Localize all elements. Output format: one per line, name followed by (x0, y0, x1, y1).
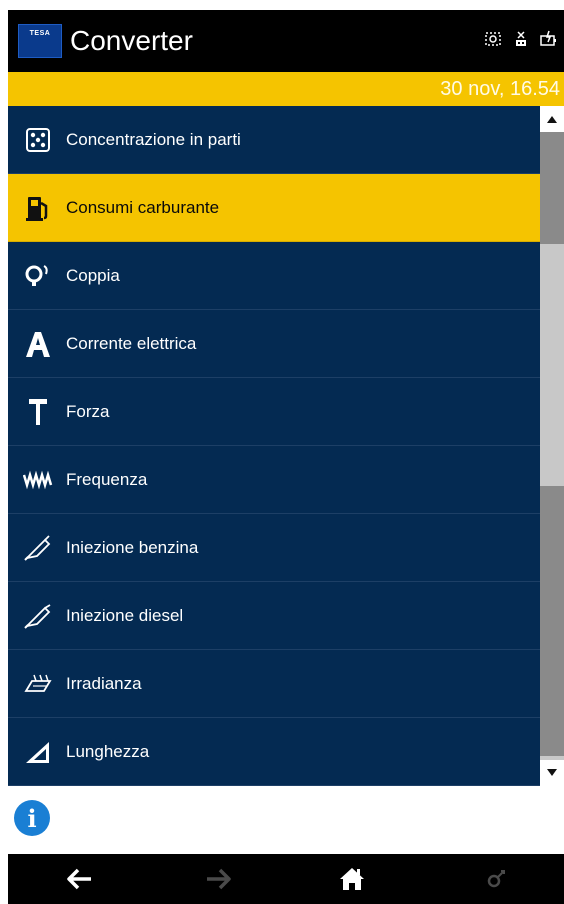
length-icon (16, 730, 60, 774)
scrollbar-thumb[interactable] (540, 132, 564, 244)
concentration-icon (16, 118, 60, 162)
app-frame: TESA Converter 30 nov, 16.54 Concentrazi… (8, 10, 564, 904)
tesa-logo: TESA (18, 24, 62, 58)
list-item-corrente-elettrica[interactable]: Corrente elettrica (8, 310, 540, 378)
chevron-up-icon (547, 116, 557, 123)
list-item-label: Irradianza (66, 673, 142, 693)
usb-disconnected-icon (512, 30, 530, 48)
list-item-label: Corrente elettrica (66, 333, 197, 353)
petrol-injector-icon (16, 526, 60, 570)
scrollbar-track-lower[interactable] (540, 486, 564, 756)
diesel-injector-icon (16, 594, 60, 638)
list-item-label: Iniezione diesel (66, 605, 184, 625)
info-glyph: i (27, 803, 37, 833)
list-item-consumi-carburante[interactable]: Consumi carburante (8, 174, 540, 242)
logo-text: TESA (29, 30, 51, 37)
scroll-up-button[interactable] (540, 106, 564, 132)
app-header: TESA Converter (8, 10, 564, 72)
list-item-coppia[interactable]: Coppia (8, 242, 540, 310)
forward-arrow-icon (207, 868, 231, 890)
ampere-icon (16, 322, 60, 366)
list-item-label: Coppia (66, 265, 120, 285)
list-scrollbar[interactable] (540, 106, 564, 786)
list-item-concentrazione[interactable]: Concentrazione in parti (8, 106, 540, 174)
converter-list: Concentrazione in parti Consumi carburan… (8, 106, 540, 786)
list-item-label: Lunghezza (66, 741, 150, 761)
torque-icon (16, 254, 60, 298)
forward-button[interactable] (198, 862, 238, 896)
list-item-frequenza[interactable]: Frequenza (8, 446, 540, 514)
list-item-forza[interactable]: Forza (8, 378, 540, 446)
home-button[interactable] (332, 862, 372, 896)
list-item-irradianza[interactable]: Irradianza (8, 650, 540, 718)
app-title: Converter (70, 25, 193, 56)
list-item-label: Frequenza (66, 469, 148, 489)
list-item-iniezione-benzina[interactable]: Iniezione benzina (8, 514, 540, 582)
fuel-pump-icon (16, 186, 60, 230)
force-icon (16, 390, 60, 434)
list-item-label: Forza (66, 401, 110, 421)
list-item-label: Consumi carburante (66, 197, 220, 217)
home-icon (340, 868, 364, 890)
frequency-icon (16, 458, 60, 502)
info-area: i (8, 786, 564, 854)
chevron-down-icon (547, 769, 557, 776)
irradiance-icon (16, 662, 60, 706)
screen-capture-icon (484, 30, 502, 48)
list-item-lunghezza[interactable]: Lunghezza (8, 718, 540, 786)
bottom-navbar (8, 854, 564, 904)
settings-icon (487, 870, 505, 888)
list-item-label: Concentrazione in parti (66, 129, 241, 149)
scroll-down-button[interactable] (540, 760, 564, 786)
back-arrow-icon (67, 868, 91, 890)
list-item-label: Iniezione benzina (66, 537, 199, 557)
info-icon[interactable]: i (14, 800, 50, 836)
battery-charging-icon (540, 30, 558, 48)
settings-button[interactable] (476, 862, 516, 896)
list-item-iniezione-diesel[interactable]: Iniezione diesel (8, 582, 540, 650)
status-icons (484, 30, 558, 48)
date-bar: 30 nov, 16.54 (8, 72, 564, 106)
date-time: 30 nov, 16.54 (440, 78, 560, 100)
back-button[interactable] (60, 862, 100, 896)
